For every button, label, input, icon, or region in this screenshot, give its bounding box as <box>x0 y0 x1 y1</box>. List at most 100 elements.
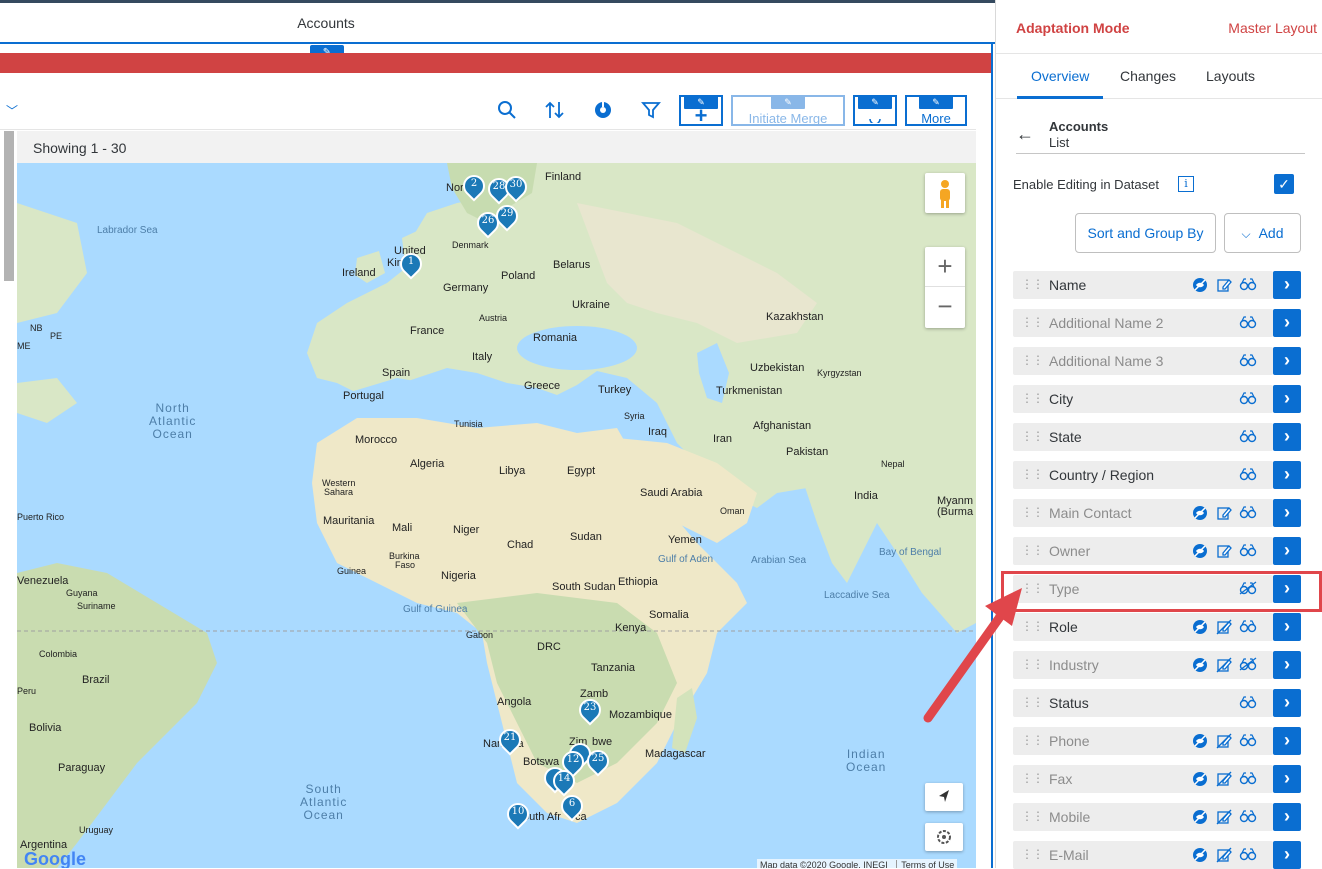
view-icon[interactable] <box>1239 505 1257 521</box>
map-marker[interactable]: 23 <box>574 694 606 729</box>
field-row[interactable]: ⋮⋮ Main Contact <box>1013 499 1273 527</box>
edit-icon[interactable] <box>1215 277 1233 293</box>
field-row[interactable]: ⋮⋮ Phone <box>1013 727 1273 755</box>
field-row[interactable]: ⋮⋮ Industry <box>1013 651 1273 679</box>
field-details-button[interactable]: › <box>1273 537 1301 565</box>
edit-pencil-icon[interactable]: ✎ <box>684 96 718 109</box>
field-row[interactable]: ⋮⋮ Role <box>1013 613 1273 641</box>
field-details-button[interactable]: › <box>1273 347 1301 375</box>
view-icon[interactable] <box>1239 391 1257 407</box>
drag-handle-icon[interactable]: ⋮⋮ <box>1021 695 1044 709</box>
map-marker[interactable]: 2 <box>458 170 490 205</box>
view-icon[interactable] <box>1239 847 1257 863</box>
add-field-button[interactable]: ⌵ Add <box>1224 213 1301 253</box>
field-row[interactable]: ⋮⋮ Fax <box>1013 765 1273 793</box>
map-marker[interactable]: 1 <box>395 248 427 283</box>
field-details-button[interactable]: › <box>1273 309 1301 337</box>
view-icon[interactable] <box>1239 619 1257 635</box>
edit-disabled-icon[interactable] <box>1215 847 1233 863</box>
view-icon[interactable] <box>1239 543 1257 559</box>
add-record-button[interactable]: ✎ + <box>679 95 723 127</box>
hide-icon[interactable] <box>1191 277 1209 293</box>
field-row[interactable]: ⋮⋮ Country / Region <box>1013 461 1273 489</box>
field-row[interactable]: ⋮⋮ Additional Name 3 <box>1013 347 1273 375</box>
drag-handle-icon[interactable]: ⋮⋮ <box>1021 657 1044 671</box>
field-row[interactable]: ⋮⋮ Additional Name 2 <box>1013 309 1273 337</box>
edit-disabled-icon[interactable] <box>1215 657 1233 673</box>
hide-icon[interactable] <box>1191 505 1209 521</box>
edit-disabled-icon[interactable] <box>1215 619 1233 635</box>
drag-handle-icon[interactable]: ⋮⋮ <box>1021 619 1044 633</box>
hide-icon[interactable] <box>1191 733 1209 749</box>
field-details-button[interactable]: › <box>1273 385 1301 413</box>
view-icon[interactable] <box>1239 771 1257 787</box>
view-icon[interactable] <box>1239 467 1257 483</box>
field-row[interactable]: ⋮⋮ Mobile <box>1013 803 1273 831</box>
layout-selector[interactable]: Master Layout <box>1228 20 1317 36</box>
edit-pencil-icon[interactable]: ✎ <box>858 96 892 109</box>
tab-overview[interactable]: Overview <box>1031 68 1089 84</box>
edit-icon[interactable] <box>1215 505 1233 521</box>
initiate-merge-button[interactable]: ✎ Initiate Merge <box>731 95 845 126</box>
info-icon[interactable]: i <box>1178 176 1194 192</box>
drag-handle-icon[interactable]: ⋮⋮ <box>1021 277 1044 291</box>
field-details-button[interactable]: › <box>1273 613 1301 641</box>
edit-disabled-icon[interactable] <box>1215 733 1233 749</box>
view-disabled-icon[interactable] <box>1239 657 1257 673</box>
drag-handle-icon[interactable]: ⋮⋮ <box>1021 429 1044 443</box>
field-details-button[interactable]: › <box>1273 651 1301 679</box>
map-marker[interactable]: 6 <box>556 790 588 825</box>
edit-disabled-icon[interactable] <box>1215 809 1233 825</box>
view-icon[interactable] <box>1239 353 1257 369</box>
settings-gear-icon[interactable] <box>925 823 963 851</box>
drag-handle-icon[interactable]: ⋮⋮ <box>1021 543 1044 557</box>
chevron-down-icon[interactable]: ﹀ <box>6 102 18 119</box>
map-marker[interactable]: 21 <box>494 724 526 759</box>
filter-icon[interactable] <box>640 100 662 120</box>
field-details-button[interactable]: › <box>1273 765 1301 793</box>
hide-icon[interactable] <box>1191 771 1209 787</box>
field-details-button[interactable]: › <box>1273 803 1301 831</box>
view-icon[interactable] <box>1239 809 1257 825</box>
map-marker[interactable]: 25 <box>582 745 614 780</box>
field-row[interactable]: ⋮⋮ State <box>1013 423 1273 451</box>
hide-icon[interactable] <box>1191 657 1209 673</box>
more-button[interactable]: ✎ More <box>905 95 967 126</box>
field-details-button[interactable]: › <box>1273 271 1301 299</box>
hide-icon[interactable] <box>1191 847 1209 863</box>
map-marker[interactable]: 30 <box>500 171 532 206</box>
field-row[interactable]: ⋮⋮ E-Mail <box>1013 841 1273 869</box>
field-details-button[interactable]: › <box>1273 423 1301 451</box>
view-icon[interactable] <box>1239 733 1257 749</box>
field-row[interactable]: ⋮⋮ Status <box>1013 689 1273 717</box>
zoom-out-button[interactable]: − <box>925 287 965 327</box>
field-details-button[interactable]: › <box>1273 461 1301 489</box>
my-location-icon[interactable] <box>925 783 963 811</box>
tab-changes[interactable]: Changes <box>1120 68 1176 84</box>
edit-icon[interactable] <box>1215 543 1233 559</box>
drag-handle-icon[interactable]: ⋮⋮ <box>1021 315 1044 329</box>
view-icon[interactable] <box>1239 315 1257 331</box>
field-row[interactable]: ⋮⋮ Name <box>1013 271 1273 299</box>
tab-layouts[interactable]: Layouts <box>1206 68 1255 84</box>
refresh-button[interactable]: ✎ <box>853 95 897 126</box>
view-icon[interactable] <box>1239 429 1257 445</box>
drag-handle-icon[interactable]: ⋮⋮ <box>1021 467 1044 481</box>
view-icon[interactable] <box>1239 695 1257 711</box>
hide-icon[interactable] <box>1191 809 1209 825</box>
search-icon[interactable] <box>496 100 518 120</box>
drag-handle-icon[interactable]: ⋮⋮ <box>1021 809 1044 823</box>
street-view-icon[interactable] <box>925 173 965 213</box>
zoom-in-button[interactable]: + <box>925 247 965 287</box>
map-marker[interactable]: 29 <box>491 200 523 235</box>
hide-icon[interactable] <box>1191 543 1209 559</box>
drag-handle-icon[interactable]: ⋮⋮ <box>1021 505 1044 519</box>
field-details-button[interactable]: › <box>1273 689 1301 717</box>
field-row[interactable]: ⋮⋮ Owner <box>1013 537 1273 565</box>
map-view[interactable]: Finland Nor Labrador Sea United Kin Irel… <box>17 163 976 868</box>
back-arrow-icon[interactable]: ← <box>1016 124 1034 145</box>
terms-link[interactable]: Terms of Use <box>896 860 955 868</box>
drag-handle-icon[interactable]: ⋮⋮ <box>1021 353 1044 367</box>
drag-handle-icon[interactable]: ⋮⋮ <box>1021 733 1044 747</box>
edit-pencil-icon[interactable]: ✎ <box>771 96 805 109</box>
